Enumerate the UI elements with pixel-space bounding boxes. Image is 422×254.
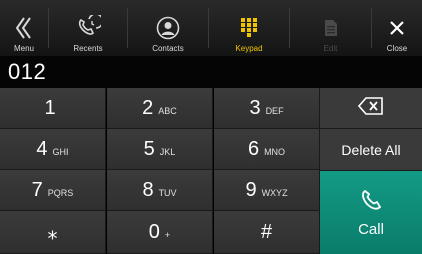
entered-number: 012: [8, 59, 47, 84]
nav-recents-label: Recents: [73, 44, 103, 53]
key-3[interactable]: 3 DEF: [214, 88, 320, 129]
action-column: Delete All Call: [320, 88, 422, 254]
delete-all-label: Delete All: [341, 141, 401, 158]
key-9[interactable]: 9 WXYZ: [214, 170, 320, 211]
nav-close-label: Close: [386, 44, 408, 53]
key-digit: 8: [142, 178, 154, 201]
key-digit: ⁎: [47, 221, 58, 244]
nav-menu-label: Menu: [13, 44, 34, 53]
key-0[interactable]: 0 +: [107, 211, 213, 254]
key-letters: GHI: [52, 147, 69, 157]
call-button[interactable]: Call: [320, 171, 422, 254]
nav-keypad-button[interactable]: Keypad: [209, 0, 289, 56]
top-nav-bar: Menu Recents Contacts Keypad Edit Close: [0, 0, 422, 56]
key-letters: PQRS: [47, 188, 74, 198]
key-letters: TUV: [158, 188, 177, 198]
contact-person-icon: [156, 12, 180, 44]
key-letters: JKL: [159, 147, 176, 157]
nav-keypad-label: Keypad: [235, 44, 263, 53]
key-letters: MNO: [264, 147, 286, 157]
nav-menu-button[interactable]: Menu: [0, 0, 48, 56]
key-letters: ABC: [158, 106, 177, 116]
key-1[interactable]: 1: [0, 88, 106, 129]
key-5[interactable]: 5 JKL: [107, 129, 213, 170]
key-letters: WXYZ: [261, 188, 288, 198]
nav-recents-button[interactable]: Recents: [49, 0, 127, 56]
key-digit: 9: [245, 178, 257, 201]
key-2[interactable]: 2 ABC: [107, 88, 213, 129]
delete-all-button[interactable]: Delete All: [320, 129, 422, 171]
key-digit: 6: [247, 137, 260, 160]
key-digit: 5: [143, 137, 155, 160]
key-digit: 2: [142, 96, 154, 119]
double-chevron-left-icon: [14, 12, 34, 44]
keypad-grid-icon: [241, 12, 257, 44]
key-digit: 3: [249, 96, 261, 119]
key-letters: DEF: [265, 106, 284, 116]
close-x-icon: [389, 12, 405, 44]
key-hash[interactable]: #: [214, 211, 320, 254]
key-digit: #: [260, 220, 273, 243]
keypad: 1 2 ABC 3 DEF 4 GHI 5 JKL 6 MNO 7 PQRS 8 TUV 9W…: [0, 88, 320, 254]
nav-contacts-label: Contacts: [152, 44, 184, 53]
nav-close-button[interactable]: Close: [372, 0, 422, 56]
nav-edit-label: Edit: [323, 44, 338, 53]
number-display: 012: [0, 56, 422, 88]
key-7[interactable]: 7 PQRS: [0, 170, 106, 211]
backspace-button[interactable]: [320, 88, 422, 129]
nav-contacts-button[interactable]: Contacts: [128, 0, 208, 56]
phone-handset-icon: [358, 187, 384, 217]
key-digit: 0: [148, 220, 160, 243]
call-label: Call: [358, 221, 384, 238]
key-digit: 1: [44, 96, 56, 119]
key-letters: +: [164, 230, 171, 240]
recents-phone-icon: [75, 12, 101, 44]
key-8[interactable]: 8 TUV: [107, 170, 213, 211]
backspace-icon: [357, 96, 384, 120]
edit-document-icon: [324, 12, 338, 44]
key-4[interactable]: 4 GHI: [0, 129, 106, 170]
key-digit: 7: [31, 178, 43, 201]
key-star[interactable]: ⁎: [0, 211, 106, 254]
key-6[interactable]: 6 MNO: [214, 129, 320, 170]
nav-edit-button[interactable]: Edit: [290, 0, 371, 56]
key-digit: 4: [36, 137, 48, 160]
